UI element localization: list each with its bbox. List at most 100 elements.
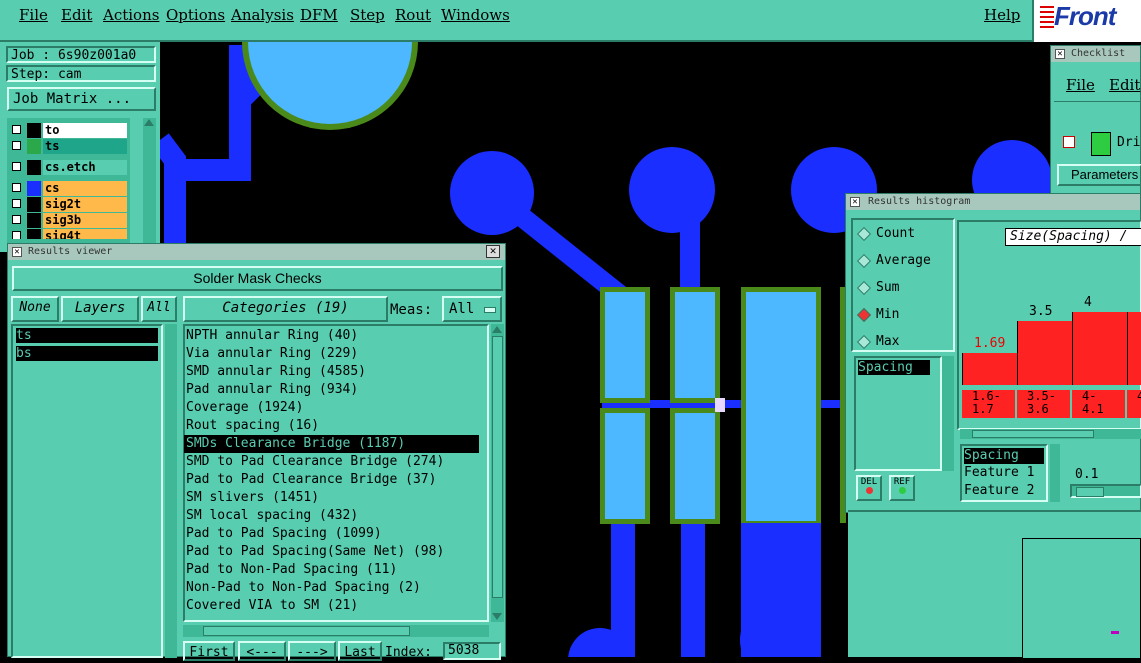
layer-results-scrollbar[interactable] [165, 324, 177, 658]
menu-analysis[interactable]: Analysis [231, 6, 294, 24]
menu-dfm[interactable]: DFM [300, 6, 338, 24]
layer-checkbox[interactable] [12, 199, 21, 208]
layers-all-button[interactable]: All [141, 296, 177, 322]
hscroll-thumb[interactable] [203, 626, 410, 636]
mode-min[interactable]: Min [876, 307, 899, 322]
menu-actions[interactable]: Actions [103, 6, 159, 24]
mode-max[interactable]: Max [876, 334, 899, 349]
close-icon[interactable]: ✕ [12, 247, 22, 257]
category-item[interactable]: NPTH annular Ring (40) [186, 327, 358, 345]
category-item[interactable]: Pad to Pad Spacing(Same Net) (98) [186, 543, 444, 561]
category-item[interactable]: Rout spacing (16) [186, 417, 319, 435]
first-button[interactable]: First [183, 641, 235, 661]
scroll-up-icon[interactable] [492, 326, 502, 333]
mode-count[interactable]: Count [876, 226, 915, 241]
menu-edit[interactable]: Edit [61, 6, 92, 24]
category-item[interactable]: SM slivers (1451) [186, 489, 319, 507]
category-item[interactable]: Coverage (1924) [186, 399, 303, 417]
checklist-menu-edit[interactable]: Edit [1109, 76, 1140, 94]
preview-window[interactable] [1022, 538, 1141, 659]
category-item[interactable]: SMD to Pad Clearance Bridge (274) [186, 453, 444, 471]
checklist-titlebar[interactable]: ✕ Checklist [1051, 46, 1140, 62]
layer-row-ts[interactable]: ts [10, 139, 128, 154]
results-viewer-titlebar[interactable]: ✕ Results viewer ✕ [8, 244, 505, 260]
index-input[interactable]: 5038 [443, 642, 501, 660]
check-icon[interactable] [1063, 136, 1075, 148]
del-button[interactable]: DEL [856, 475, 882, 501]
menu-windows[interactable]: Windows [441, 6, 510, 24]
category-item[interactable]: SMDs Clearance Bridge (1187) [184, 435, 479, 453]
meas-label: Meas: [390, 302, 433, 318]
close-window-icon[interactable]: ✕ [486, 245, 500, 258]
category-item[interactable]: Pad to Pad Clearance Bridge (37) [186, 471, 436, 489]
layer-scrollbar[interactable] [143, 118, 156, 252]
histogram-bin-label: 3.5- 3.6 [1017, 390, 1070, 418]
menu-file[interactable]: File [19, 6, 48, 24]
mode-average[interactable]: Average [876, 253, 931, 268]
histogram-titlebar[interactable]: ✕ Results histogram [846, 194, 1140, 210]
layer-row-sig3b[interactable]: sig3b [10, 213, 128, 228]
job-matrix-button[interactable]: Job Matrix ... [7, 87, 156, 111]
legend-feature-1[interactable]: Feature 1 [964, 465, 1034, 481]
layers-none-button[interactable]: None [11, 296, 59, 322]
layer-row-to[interactable]: to [10, 123, 128, 138]
layer-result-item[interactable]: ts [16, 328, 158, 343]
hscroll-thumb[interactable] [972, 430, 1094, 438]
categories-hscrollbar[interactable] [183, 625, 489, 637]
mode-sum[interactable]: Sum [876, 280, 899, 295]
layer-checkbox[interactable] [12, 125, 21, 134]
meas-select[interactable]: All [442, 296, 502, 322]
layer-checkbox[interactable] [12, 215, 21, 224]
scroll-up-icon[interactable] [144, 119, 154, 126]
menu-step[interactable]: Step [350, 6, 385, 24]
legend-scrollbar[interactable] [1050, 444, 1060, 502]
legend-feature-2[interactable]: Feature 2 [964, 483, 1034, 499]
histogram-bar[interactable] [1017, 321, 1072, 385]
checklist-menu-file[interactable]: File [1066, 76, 1095, 94]
parameters-button[interactable]: Parameters [1057, 164, 1141, 186]
layer-checkbox[interactable] [12, 183, 21, 192]
layer-result-item[interactable]: bs [16, 346, 158, 361]
layer-checkbox[interactable] [12, 231, 21, 239]
layer-name: to [43, 123, 127, 138]
categories-button[interactable]: Categories (19) [183, 296, 388, 322]
category-item[interactable]: Via annular Ring (229) [186, 345, 358, 363]
menu-help[interactable]: Help [984, 6, 1020, 24]
close-icon[interactable]: ✕ [850, 197, 860, 207]
category-item[interactable]: Non-Pad to Non-Pad Spacing (2) [186, 579, 421, 597]
histogram-list-scrollbar[interactable] [942, 356, 954, 471]
checklist-item-drill[interactable]: Dril [1117, 135, 1141, 150]
next-button[interactable]: ---> [288, 641, 336, 661]
scroll-thumb[interactable] [492, 336, 503, 598]
scroll-down-icon[interactable] [492, 613, 502, 620]
solder-mask-checks-header[interactable]: Solder Mask Checks [12, 266, 503, 291]
histogram-list-item[interactable]: Spacing [858, 360, 930, 375]
histogram-slider[interactable] [1070, 484, 1141, 498]
slider-thumb[interactable] [1076, 487, 1104, 497]
layer-checkbox[interactable] [12, 141, 21, 150]
ref-button[interactable]: REF [889, 475, 915, 501]
layer-row-cs-etch[interactable]: cs.etch [10, 160, 128, 175]
layer-row-sig4t[interactable]: sig4t [10, 229, 128, 239]
menu-rout[interactable]: Rout [395, 6, 431, 24]
menu-options[interactable]: Options [166, 6, 225, 24]
category-item[interactable]: Pad to Pad Spacing (1099) [186, 525, 382, 543]
layer-checkbox[interactable] [12, 162, 21, 171]
category-item[interactable]: SM local spacing (432) [186, 507, 358, 525]
legend-spacing[interactable]: Spacing [964, 448, 1044, 464]
histogram-bar[interactable] [1127, 312, 1141, 385]
close-icon[interactable]: ✕ [1055, 49, 1065, 59]
histogram-bar[interactable] [1072, 312, 1127, 385]
category-item[interactable]: Pad to Non-Pad Spacing (11) [186, 561, 397, 579]
category-item[interactable]: SMD annular Ring (4585) [186, 363, 366, 381]
categories-scrollbar[interactable] [491, 324, 504, 622]
prev-button[interactable]: <--- [238, 641, 286, 661]
layers-button[interactable]: Layers [61, 296, 139, 322]
category-item[interactable]: Covered VIA to SM (21) [186, 597, 358, 615]
layer-row-cs[interactable]: cs [10, 181, 128, 196]
last-button[interactable]: Last [338, 641, 382, 661]
histogram-bar[interactable] [962, 353, 1017, 385]
category-item[interactable]: Pad annular Ring (934) [186, 381, 358, 399]
histogram-hscrollbar[interactable] [960, 429, 1141, 439]
layer-row-sig2t[interactable]: sig2t [10, 197, 128, 212]
